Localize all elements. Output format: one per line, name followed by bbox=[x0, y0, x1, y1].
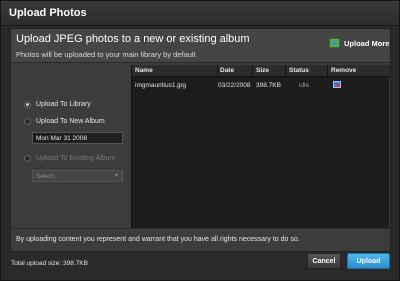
new-album-name-field[interactable]: Mon Mar 31 2008 bbox=[32, 132, 123, 144]
file-size: 398.7KB bbox=[256, 82, 281, 89]
rights-notice: By uploading content you represent and w… bbox=[11, 228, 390, 251]
upload-photos-dialog: Upload Photos Upload JPEG photos to a ne… bbox=[0, 0, 400, 281]
existing-album-select-value: Select.. bbox=[36, 172, 58, 180]
file-date: 03/22/2008 bbox=[218, 82, 251, 89]
total-upload-size: Total upload size: 398.7KB bbox=[11, 260, 88, 267]
file-list: Name Date Size Status Remove imgmauritiu… bbox=[131, 65, 390, 228]
column-size[interactable]: Size bbox=[256, 67, 269, 74]
column-status[interactable]: Status bbox=[289, 67, 309, 74]
file-row[interactable]: imgmauritius1.jpg 03/22/2008 398.7KB idl… bbox=[132, 78, 390, 92]
column-name[interactable]: Name bbox=[135, 67, 153, 74]
file-name: imgmauritius1.jpg bbox=[135, 82, 186, 89]
file-list-header: Name Date Size Status Remove bbox=[132, 65, 390, 77]
upload-to-existing-album-radio bbox=[24, 154, 31, 162]
upload-destination-options: Upload To Library Upload To New Album Mo… bbox=[11, 64, 129, 227]
title-bar: Upload Photos bbox=[1, 1, 399, 26]
upload-to-existing-album-label: Upload To Existing Album bbox=[36, 154, 116, 162]
upload-to-library-label: Upload To Library bbox=[36, 100, 91, 108]
upload-to-new-album-label: Upload To New Album bbox=[36, 117, 105, 125]
upload-to-new-album-radio[interactable] bbox=[24, 117, 31, 125]
upload-header: Upload JPEG photos to a new or existing … bbox=[11, 29, 390, 63]
chevron-down-icon: ▼ bbox=[114, 173, 119, 179]
remove-file-icon[interactable] bbox=[333, 81, 341, 88]
photos-add-icon bbox=[329, 38, 340, 48]
upload-subheading: Photos will be uploaded to your main lib… bbox=[16, 50, 196, 59]
window-title: Upload Photos bbox=[9, 7, 87, 19]
upload-to-new-album-option[interactable]: Upload To New Album bbox=[24, 116, 105, 126]
upload-button[interactable]: Upload bbox=[347, 253, 390, 269]
upload-to-library-radio[interactable] bbox=[24, 100, 31, 108]
cancel-button[interactable]: Cancel bbox=[307, 253, 341, 269]
dialog-content: Upload JPEG photos to a new or existing … bbox=[10, 28, 391, 252]
column-date[interactable]: Date bbox=[220, 67, 234, 74]
upload-heading: Upload JPEG photos to a new or existing … bbox=[16, 33, 250, 45]
upload-to-existing-album-option: Upload To Existing Album bbox=[24, 153, 115, 163]
file-status: idle bbox=[299, 82, 310, 89]
rights-notice-text: By uploading content you represent and w… bbox=[16, 236, 300, 243]
upload-more-label: Upload More bbox=[344, 38, 390, 48]
upload-to-library-option[interactable]: Upload To Library bbox=[24, 99, 91, 109]
column-remove[interactable]: Remove bbox=[331, 67, 356, 74]
existing-album-select: Select.. ▼ bbox=[32, 170, 123, 182]
upload-more-button[interactable]: Upload More bbox=[329, 36, 389, 50]
